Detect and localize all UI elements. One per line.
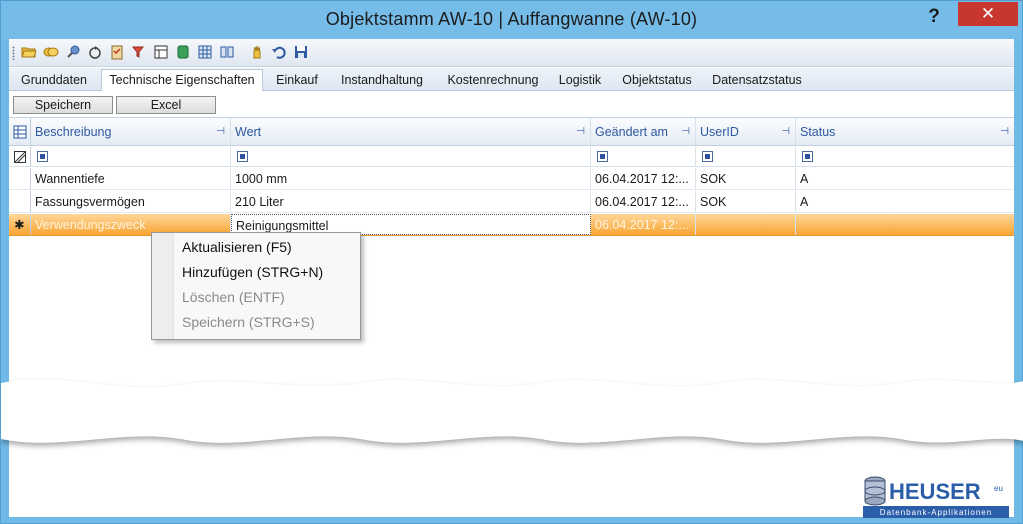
tab-grunddaten[interactable]: Grunddaten (11, 70, 97, 91)
pin-icon[interactable]: ⊣ (1000, 118, 1009, 145)
tab-objektstatus[interactable]: Objektstatus (615, 70, 699, 91)
hand-icon[interactable] (249, 44, 265, 60)
save-icon[interactable] (293, 44, 309, 60)
menu-item-aktualisieren[interactable]: Aktualisieren (F5) (182, 236, 292, 258)
column-chooser-icon[interactable] (9, 118, 31, 145)
database-stack-icon (864, 476, 886, 506)
undo-icon[interactable] (271, 44, 287, 60)
help-button[interactable]: ? (922, 5, 946, 29)
tab-kostenrechnung[interactable]: Kostenrechnung (441, 70, 545, 91)
clear-filter-icon[interactable] (9, 147, 31, 166)
open-folder-icon[interactable] (21, 44, 37, 60)
book-icon[interactable] (219, 44, 235, 60)
save-button[interactable]: Speichern (13, 96, 113, 114)
menu-item-loeschen: Löschen (ENTF) (182, 289, 285, 305)
table-row[interactable]: Fassungsvermögen 210 Liter 06.04.2017 12… (9, 191, 1014, 213)
cell-beschreibung[interactable]: Wannentiefe (31, 168, 231, 189)
refresh-icon[interactable] (87, 44, 103, 60)
toolbar (9, 39, 1014, 67)
filter-checkbox[interactable] (37, 151, 48, 162)
logo-suffix: eu (994, 484, 1003, 493)
cell-userid[interactable]: SOK (696, 168, 796, 189)
context-menu-gutter (152, 233, 174, 339)
filter-checkbox[interactable] (702, 151, 713, 162)
column-header-userid[interactable]: UserID ⊣ (696, 118, 796, 145)
toolbar-grip[interactable] (12, 46, 15, 60)
tab-logistik[interactable]: Logistik (553, 70, 607, 91)
cell-geaendert[interactable]: 06.04.2017 12:... (591, 168, 696, 189)
grid-header: Beschreibung ⊣ Wert ⊣ Geändert am ⊣ UserID ⊣… (9, 118, 1014, 146)
tab-datensatzstatus[interactable]: Datensatzstatus (709, 70, 805, 91)
tab-technische-eigenschaften[interactable]: Technische Eigenschaften (101, 69, 263, 91)
pin-icon[interactable] (65, 44, 81, 60)
filter-checkbox[interactable] (802, 151, 813, 162)
column-header-wert[interactable]: Wert ⊣ (231, 118, 591, 145)
table-icon[interactable] (197, 44, 213, 60)
pin-icon[interactable]: ⊣ (576, 118, 585, 145)
filter-status[interactable] (796, 147, 1014, 166)
cell-status[interactable] (796, 214, 1014, 235)
filter-geaendert[interactable] (591, 147, 696, 166)
database-icon[interactable] (175, 44, 191, 60)
menu-item-speichern: Speichern (STRG+S) (182, 314, 315, 330)
column-header-beschreibung[interactable]: Beschreibung ⊣ (31, 118, 231, 145)
pin-icon[interactable]: ⊣ (216, 118, 225, 145)
app-window: Objektstamm AW-10 | Auffangwanne (AW-10)… (0, 0, 1023, 524)
close-button[interactable]: ✕ (958, 2, 1018, 26)
cell-geaendert[interactable]: 06.04.2017 12:... (591, 191, 696, 212)
cell-beschreibung[interactable]: Fassungsvermögen (31, 191, 231, 212)
context-menu: Aktualisieren (F5) Hinzufügen (STRG+N) L… (151, 232, 361, 340)
copy-icon[interactable] (43, 44, 59, 60)
excel-button[interactable]: Excel (116, 96, 216, 114)
column-header-geaendert[interactable]: Geändert am ⊣ (591, 118, 696, 145)
cell-userid[interactable] (696, 214, 796, 235)
filter-icon[interactable] (131, 44, 147, 60)
cell-geaendert[interactable]: 06.04.2017 12:... (591, 214, 696, 235)
tab-bar: Grunddaten Technische Eigenschaften Eink… (9, 68, 1014, 91)
logo-name: HEUSER (889, 479, 981, 504)
new-row-marker-icon[interactable]: ✱ (9, 214, 31, 235)
filter-row (9, 147, 1014, 167)
table-row[interactable]: Wannentiefe 1000 mm 06.04.2017 12:... SO… (9, 168, 1014, 190)
cell-wert[interactable]: 210 Liter (231, 191, 591, 212)
cell-status[interactable]: A (796, 191, 1014, 212)
menu-item-hinzufuegen[interactable]: Hinzufügen (STRG+N) (182, 261, 323, 283)
heuser-logo: HEUSER eu Datenbank-Applikationen (861, 471, 1011, 521)
title-bar[interactable]: Objektstamm AW-10 | Auffangwanne (AW-10)… (1, 1, 1022, 39)
pin-icon[interactable]: ⊣ (781, 118, 790, 145)
layout-icon[interactable] (153, 44, 169, 60)
cell-wert[interactable]: 1000 mm (231, 168, 591, 189)
window-title: Objektstamm AW-10 | Auffangwanne (AW-10) (325, 9, 698, 29)
cell-userid[interactable]: SOK (696, 191, 796, 212)
clipboard-icon[interactable] (109, 44, 125, 60)
tab-einkauf[interactable]: Einkauf (269, 70, 325, 91)
filter-wert[interactable] (231, 147, 591, 166)
row-selector[interactable] (9, 168, 31, 189)
button-bar: Speichern Excel (9, 92, 1014, 116)
filter-checkbox[interactable] (237, 151, 248, 162)
tab-instandhaltung[interactable]: Instandhaltung (335, 70, 429, 91)
filter-checkbox[interactable] (597, 151, 608, 162)
row-selector[interactable] (9, 191, 31, 212)
filter-userid[interactable] (696, 147, 796, 166)
logo-tagline: Datenbank-Applikationen (880, 508, 992, 517)
cell-status[interactable]: A (796, 168, 1014, 189)
filter-beschreibung[interactable] (31, 147, 231, 166)
torn-edge-decoration (1, 379, 1023, 443)
pin-icon[interactable]: ⊣ (681, 118, 690, 145)
column-header-status[interactable]: Status ⊣ (796, 118, 1014, 145)
